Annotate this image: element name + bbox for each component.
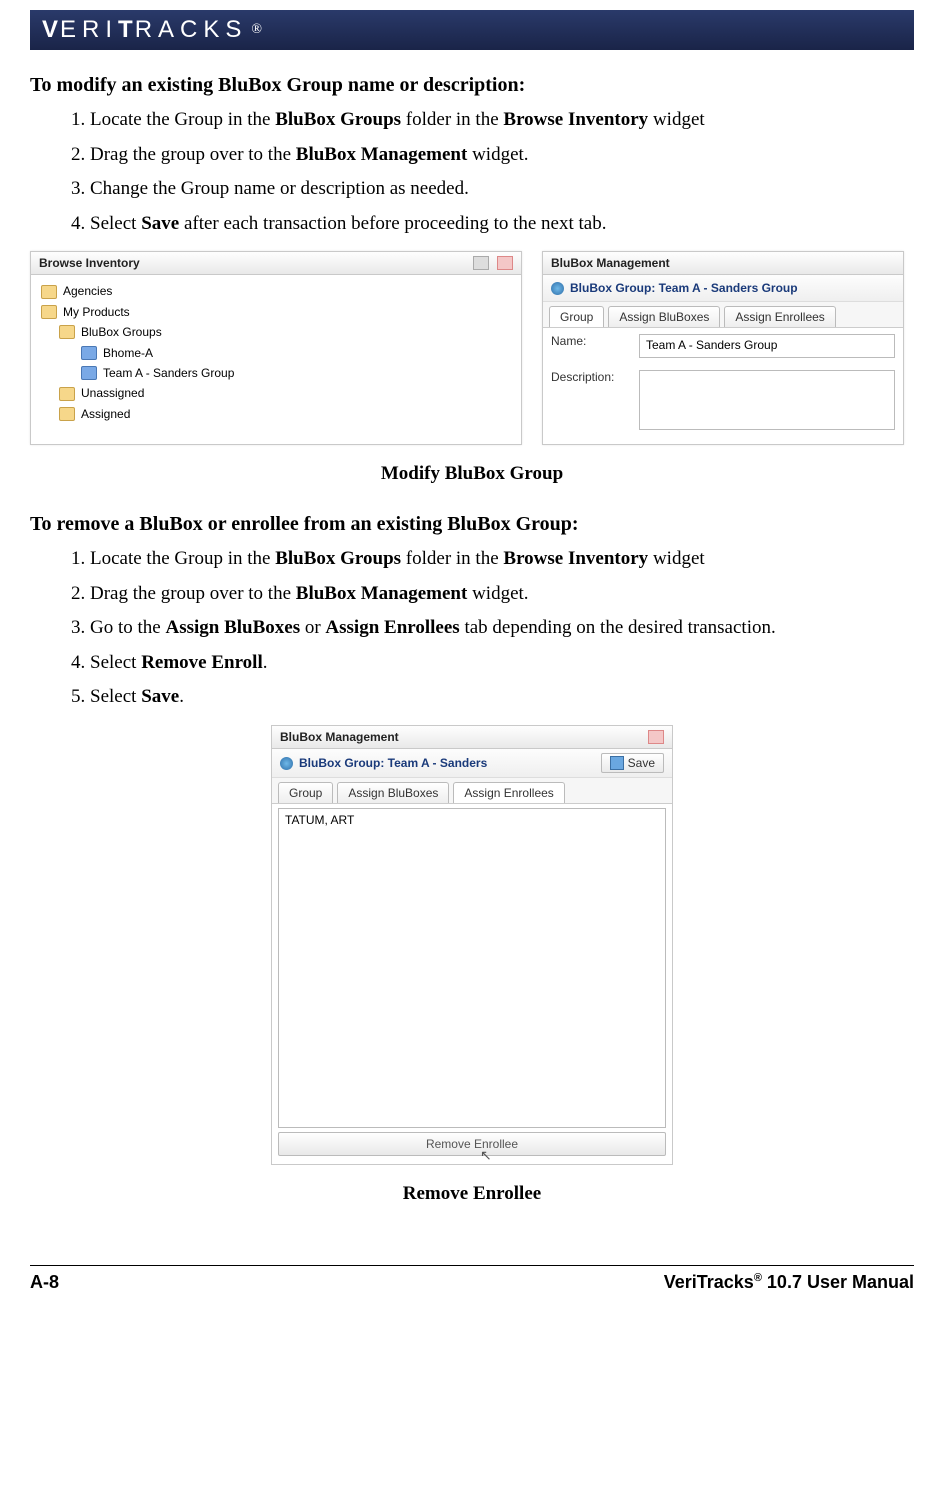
panel-title: BluBox Management xyxy=(272,726,672,749)
panel-title: Browse Inventory xyxy=(31,252,521,275)
save-icon xyxy=(610,756,624,770)
tree-item-my-products[interactable]: My Products xyxy=(41,302,511,322)
name-row: Name: Team A - Sanders Group xyxy=(543,328,903,364)
section2-steps: Locate the Group in the BluBox Groups fo… xyxy=(30,546,914,711)
box-icon xyxy=(81,346,97,360)
inventory-tree: Agencies My Products BluBox Groups Bhome… xyxy=(31,275,521,444)
tab-assign-bluboxes[interactable]: Assign BluBoxes xyxy=(337,782,449,803)
description-label: Description: xyxy=(551,370,631,384)
panel-title-text: Browse Inventory xyxy=(39,256,140,270)
step: Locate the Group in the BluBox Groups fo… xyxy=(90,546,914,573)
step: Locate the Group in the BluBox Groups fo… xyxy=(90,107,914,134)
close-icon[interactable] xyxy=(497,256,513,270)
caption-modify: Modify BluBox Group xyxy=(30,463,914,485)
step: Select Save. xyxy=(90,684,914,711)
group-header: BluBox Group: Team A - Sanders Group xyxy=(543,275,903,302)
remove-enrollee-button[interactable]: Remove Enrollee ↖ xyxy=(278,1132,666,1156)
folder-icon xyxy=(59,325,75,339)
group-header: BluBox Group: Team A - Sanders Save xyxy=(272,749,672,778)
step: Drag the group over to the BluBox Manage… xyxy=(90,581,914,608)
save-button[interactable]: Save xyxy=(601,753,664,773)
panel-title-text: BluBox Management xyxy=(551,256,670,270)
tab-assign-enrollees[interactable]: Assign Enrollees xyxy=(724,306,835,327)
manual-title: VeriTracks® 10.7 User Manual xyxy=(664,1272,914,1293)
step: Select Remove Enroll. xyxy=(90,650,914,677)
step: Go to the Assign BluBoxes or Assign Enro… xyxy=(90,615,914,642)
tree-item-assigned[interactable]: Assigned xyxy=(41,404,511,424)
tab-assign-bluboxes[interactable]: Assign BluBoxes xyxy=(608,306,720,327)
name-label: Name: xyxy=(551,334,631,348)
section1-steps: Locate the Group in the BluBox Groups fo… xyxy=(30,107,914,237)
list-item[interactable]: TATUM, ART xyxy=(285,813,659,827)
caption-remove: Remove Enrollee xyxy=(30,1183,914,1205)
step: Select Save after each transaction befor… xyxy=(90,211,914,238)
tree-item-agencies[interactable]: Agencies xyxy=(41,281,511,301)
tabs: Group Assign BluBoxes Assign Enrollees xyxy=(543,302,903,328)
section1-heading: To modify an existing BluBox Group name … xyxy=(30,74,914,97)
minimize-icon[interactable] xyxy=(473,256,489,270)
tabs: Group Assign BluBoxes Assign Enrollees xyxy=(272,778,672,804)
panel-title: BluBox Management xyxy=(543,252,903,275)
enrollee-list[interactable]: TATUM, ART xyxy=(278,808,666,1128)
description-field[interactable] xyxy=(639,370,895,430)
blubox-management-panel: BluBox Management BluBox Group: Team A -… xyxy=(542,251,904,445)
folder-icon xyxy=(41,305,57,319)
tab-assign-enrollees[interactable]: Assign Enrollees xyxy=(453,782,564,803)
name-field[interactable]: Team A - Sanders Group xyxy=(639,334,895,358)
registered-icon: ® xyxy=(251,22,262,38)
folder-icon xyxy=(59,407,75,421)
globe-icon xyxy=(280,757,293,770)
close-icon[interactable] xyxy=(648,730,664,744)
page-number: A-8 xyxy=(30,1272,59,1293)
brand-logo: VVERITRACKSERITRACKS xyxy=(42,16,247,44)
step: Change the Group name or description as … xyxy=(90,176,914,203)
browse-inventory-panel: Browse Inventory Agencies My Products Bl… xyxy=(30,251,522,445)
tab-group[interactable]: Group xyxy=(278,782,333,803)
panel-title-text: BluBox Management xyxy=(280,730,399,744)
tree-item-bhome[interactable]: Bhome-A xyxy=(41,343,511,363)
step: Drag the group over to the BluBox Manage… xyxy=(90,142,914,169)
section2-heading: To remove a BluBox or enrollee from an e… xyxy=(30,513,914,536)
page-footer: A-8 VeriTracks® 10.7 User Manual xyxy=(30,1265,914,1293)
tab-group[interactable]: Group xyxy=(549,306,604,327)
description-row: Description: xyxy=(543,364,903,436)
tree-item-unassigned[interactable]: Unassigned xyxy=(41,383,511,403)
tree-item-blubox-groups[interactable]: BluBox Groups xyxy=(41,322,511,342)
box-icon xyxy=(81,366,97,380)
screenshot-modify-group: Browse Inventory Agencies My Products Bl… xyxy=(30,251,914,445)
cursor-icon: ↖ xyxy=(480,1147,492,1164)
brand-header: VVERITRACKSERITRACKS ® xyxy=(30,10,914,50)
folder-icon xyxy=(41,285,57,299)
folder-icon xyxy=(59,387,75,401)
blubox-management-panel: BluBox Management BluBox Group: Team A -… xyxy=(271,725,673,1165)
tree-item-teama[interactable]: Team A - Sanders Group xyxy=(41,363,511,383)
globe-icon xyxy=(551,282,564,295)
screenshot-remove-enrollee: BluBox Management BluBox Group: Team A -… xyxy=(30,725,914,1165)
